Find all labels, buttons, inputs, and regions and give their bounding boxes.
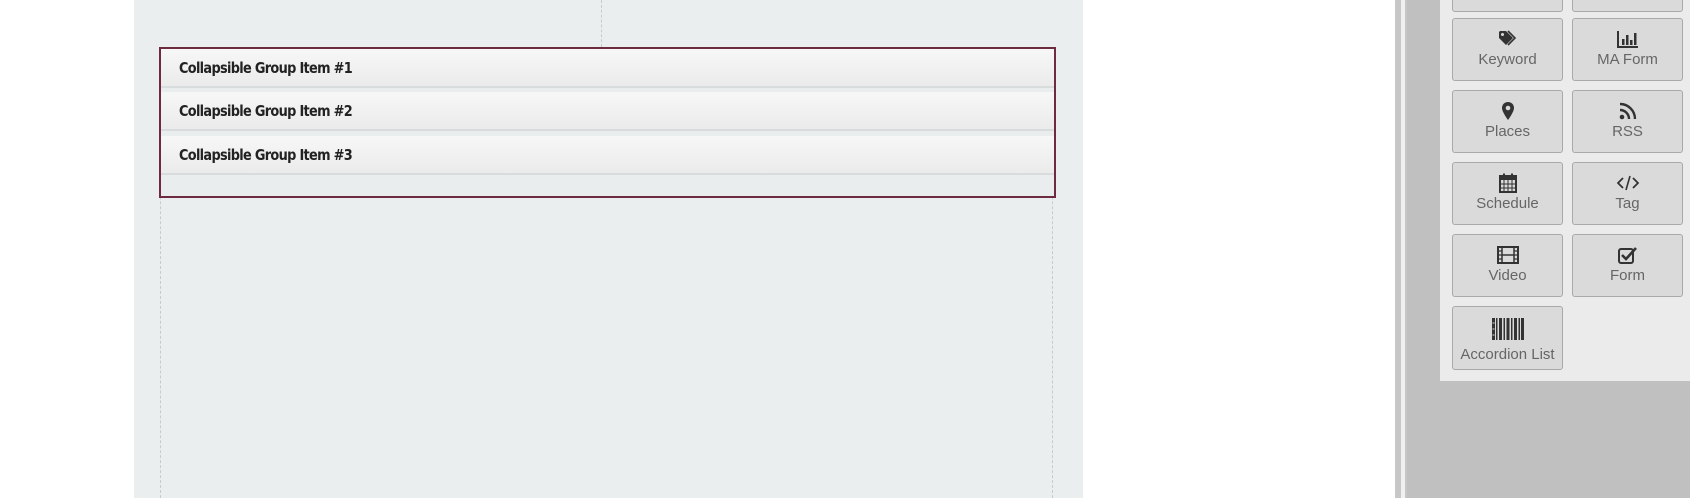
widget-label: Keyword	[1478, 51, 1537, 68]
widget-button-places[interactable]: Places	[1452, 90, 1563, 153]
widget-label: Accordion List	[1460, 346, 1555, 363]
editor-canvas: Collapsible Group Item #1 Collapsible Gr…	[134, 0, 1083, 498]
accordion-item-title: Collapsible Group Item #1	[179, 59, 353, 77]
widget-label: Form	[1610, 267, 1645, 284]
bar-chart-icon	[1573, 29, 1682, 49]
widget-button-partial[interactable]	[1452, 0, 1563, 12]
tag-icon	[1453, 29, 1562, 49]
widget-button-video[interactable]: Video	[1452, 234, 1563, 297]
column-divider	[601, 0, 602, 47]
accordion-item-title: Collapsible Group Item #3	[179, 146, 353, 164]
accordion-item[interactable]: Collapsible Group Item #3	[161, 136, 1054, 175]
widget-button-accordion-list[interactable]: Accordion List	[1452, 306, 1563, 370]
widget-button-keyword[interactable]: Keyword	[1452, 18, 1563, 81]
accordion-item-title: Collapsible Group Item #2	[179, 102, 353, 120]
code-icon	[1573, 173, 1682, 193]
widget-button-schedule[interactable]: Schedule	[1452, 162, 1563, 225]
widget-button-ma-form[interactable]: MA Form	[1572, 18, 1683, 81]
splitter-line	[1401, 0, 1405, 498]
widget-button-form[interactable]: Form	[1572, 234, 1683, 297]
accordion-widget[interactable]: Collapsible Group Item #1 Collapsible Gr…	[159, 47, 1056, 198]
rss-icon	[1573, 101, 1682, 121]
accordion-item[interactable]: Collapsible Group Item #2	[161, 92, 1054, 131]
barcode-icon	[1453, 316, 1562, 342]
checkbox-icon	[1573, 245, 1682, 265]
calendar-icon	[1453, 173, 1562, 193]
widget-label: MA Form	[1597, 51, 1658, 68]
widget-label: RSS	[1612, 123, 1643, 140]
widget-button-rss[interactable]: RSS	[1572, 90, 1683, 153]
widget-button-partial[interactable]	[1572, 0, 1683, 12]
widget-palette: Keyword MA Form Places RSS Schedule Tag	[1440, 0, 1690, 381]
widget-label: Video	[1488, 267, 1527, 284]
map-marker-icon	[1453, 101, 1562, 121]
widget-label: Tag	[1615, 195, 1640, 212]
widget-label: Places	[1484, 123, 1531, 140]
widget-button-tag[interactable]: Tag	[1572, 162, 1683, 225]
widget-label: Schedule	[1476, 195, 1539, 212]
film-icon	[1453, 245, 1562, 265]
accordion-item[interactable]: Collapsible Group Item #1	[161, 49, 1054, 88]
